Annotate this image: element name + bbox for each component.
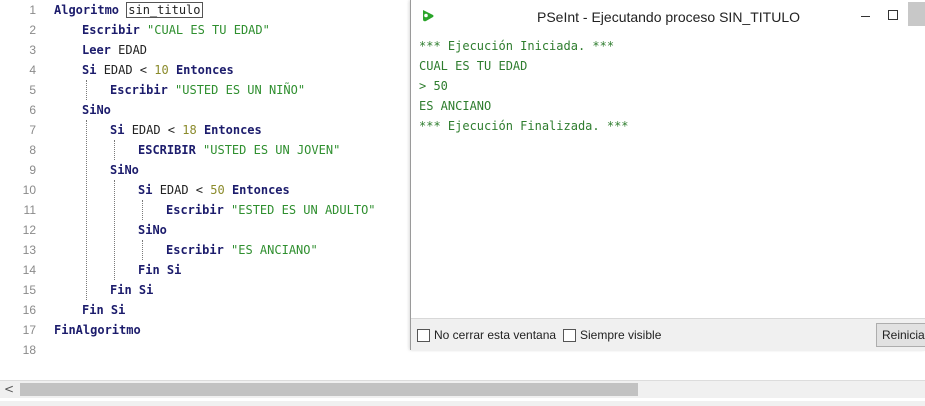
minimize-icon[interactable] <box>857 6 875 24</box>
code-line[interactable]: Si EDAD < 10 Entonces <box>82 60 234 80</box>
keyword-token: Escribir <box>166 203 232 217</box>
line-number: 7 <box>29 123 36 137</box>
number-token: 18 <box>182 123 197 137</box>
output-line: *** Ejecución Finalizada. *** <box>419 119 629 133</box>
console-title: PSeInt - Ejecutando proceso SIN_TITULO <box>536 9 800 25</box>
code-line[interactable]: Escribir "ESTED ES UN ADULTO" <box>166 200 376 220</box>
line-number-gutter: 1 2 3 4 5 6 7 8 9 10 11 12 13 14 15 16 17 18 <box>0 0 46 380</box>
line-number: 15 <box>22 283 36 297</box>
keyword-token: SiNo <box>138 223 167 237</box>
output-line: *** Ejecución Iniciada. *** <box>419 39 615 53</box>
indent-guide <box>86 80 87 100</box>
identifier-token: EDAD < <box>103 63 155 77</box>
number-token: 50 <box>210 183 225 197</box>
keyword-token: ESCRIBIR <box>138 143 204 157</box>
keyword-token: Entonces <box>196 123 262 137</box>
console-titlebar[interactable]: PSeInt - Ejecutando proceso SIN_TITULO <box>411 0 925 34</box>
indent-guide <box>114 140 115 160</box>
string-token: "ESTED ES UN ADULTO" <box>231 203 376 217</box>
indent-guide <box>142 240 143 260</box>
line-number: 4 <box>29 63 36 77</box>
code-line[interactable]: SiNo <box>82 100 111 120</box>
code-line[interactable]: Si EDAD < 50 Entonces <box>138 180 290 200</box>
line-number: 10 <box>22 183 36 197</box>
identifier-token: EDAD < <box>159 183 211 197</box>
identifier-token: sin_titulo <box>126 2 203 18</box>
keyword-token: Leer <box>82 43 119 57</box>
code-line[interactable]: Si EDAD < 18 Entonces <box>110 120 262 140</box>
line-number: 3 <box>29 43 36 57</box>
line-number: 9 <box>29 163 36 177</box>
code-line[interactable]: Escribir "ES ANCIANO" <box>166 240 318 260</box>
scroll-left-arrow[interactable]: < <box>2 381 16 398</box>
code-line[interactable]: SiNo <box>110 160 139 180</box>
output-line: ES ANCIANO <box>419 99 492 113</box>
string-token: "ES ANCIANO" <box>231 243 318 257</box>
restart-button[interactable]: Reiniciar <box>876 323 925 347</box>
line-number: 14 <box>22 263 36 277</box>
output-line: > 50 <box>419 79 448 93</box>
keyword-token: Si <box>138 183 160 197</box>
line-number: 1 <box>29 3 36 17</box>
keyword-token: Fin Si <box>138 263 182 277</box>
string-token: "USTED ES UN JOVEN" <box>203 143 341 157</box>
keyword-token: Escribir <box>110 83 176 97</box>
keyword-token: Escribir <box>82 23 148 37</box>
console-statusbar: No cerrar esta ventana Siempre visible R… <box>411 318 925 351</box>
code-line[interactable]: Fin Si <box>138 260 181 280</box>
line-number: 12 <box>22 223 36 237</box>
line-number: 6 <box>29 103 36 117</box>
string-token: "USTED ES UN NIÑO" <box>175 83 306 97</box>
keyword-token: Escribir <box>166 243 232 257</box>
number-token: 10 <box>154 63 169 77</box>
keyword-token: SiNo <box>82 103 111 117</box>
keyword-token: Si <box>82 63 104 77</box>
keyword-token: Fin Si <box>82 303 126 317</box>
keyword-token: Fin Si <box>110 283 154 297</box>
keyword-token: Algoritmo <box>54 3 127 17</box>
keyword-token: Si <box>110 123 132 137</box>
line-number: 18 <box>22 343 36 357</box>
maximize-icon[interactable] <box>884 6 902 24</box>
line-number: 17 <box>22 323 36 337</box>
code-line[interactable]: Leer EDAD <box>82 40 147 60</box>
always-visible-label: Siempre visible <box>580 328 662 342</box>
code-line[interactable]: Fin Si <box>110 280 153 300</box>
keyword-token: Entonces <box>168 63 234 77</box>
code-line[interactable]: ESCRIBIR "USTED ES UN JOVEN" <box>138 140 340 160</box>
background-window-edge <box>908 2 925 26</box>
code-line[interactable]: Fin Si <box>82 300 125 320</box>
line-number: 8 <box>29 143 36 157</box>
string-token: "CUAL ES TU EDAD" <box>147 23 270 37</box>
checkbox-box[interactable] <box>417 328 430 342</box>
code-line[interactable]: Escribir "CUAL ES TU EDAD" <box>82 20 270 40</box>
output-line: CUAL ES TU EDAD <box>419 59 528 73</box>
keyword-token: FinAlgoritmo <box>54 323 141 337</box>
code-line[interactable]: FinAlgoritmo <box>54 320 141 340</box>
indent-guide <box>114 180 115 280</box>
identifier-token: EDAD <box>118 43 148 57</box>
horizontal-scrollbar[interactable]: < <box>0 380 925 398</box>
no-close-label: No cerrar esta ventana <box>434 328 557 342</box>
keyword-token: SiNo <box>110 163 139 177</box>
window-bottom-edge <box>0 401 925 406</box>
line-number: 13 <box>22 243 36 257</box>
code-line[interactable]: Algoritmo sin_titulo <box>54 0 203 20</box>
code-line[interactable]: SiNo <box>138 220 167 240</box>
always-visible-checkbox[interactable]: Siempre visible <box>563 327 661 343</box>
indent-guide <box>86 120 87 300</box>
checkbox-box[interactable] <box>563 328 576 342</box>
console-output: *** Ejecución Iniciada. *** CUAL ES TU ED… <box>419 36 919 316</box>
identifier-token: EDAD < <box>131 123 183 137</box>
keyword-token: Entonces <box>224 183 290 197</box>
line-number: 5 <box>29 83 36 97</box>
scrollbar-thumb[interactable] <box>20 383 638 396</box>
indent-guide <box>142 200 143 220</box>
code-line[interactable]: Escribir "USTED ES UN NIÑO" <box>110 80 305 100</box>
console-window[interactable]: PSeInt - Ejecutando proceso SIN_TITULO *… <box>410 0 925 351</box>
line-number: 11 <box>23 203 36 217</box>
line-number: 2 <box>29 23 36 37</box>
line-number: 16 <box>22 303 36 317</box>
no-close-checkbox[interactable]: No cerrar esta ventana <box>417 327 556 343</box>
